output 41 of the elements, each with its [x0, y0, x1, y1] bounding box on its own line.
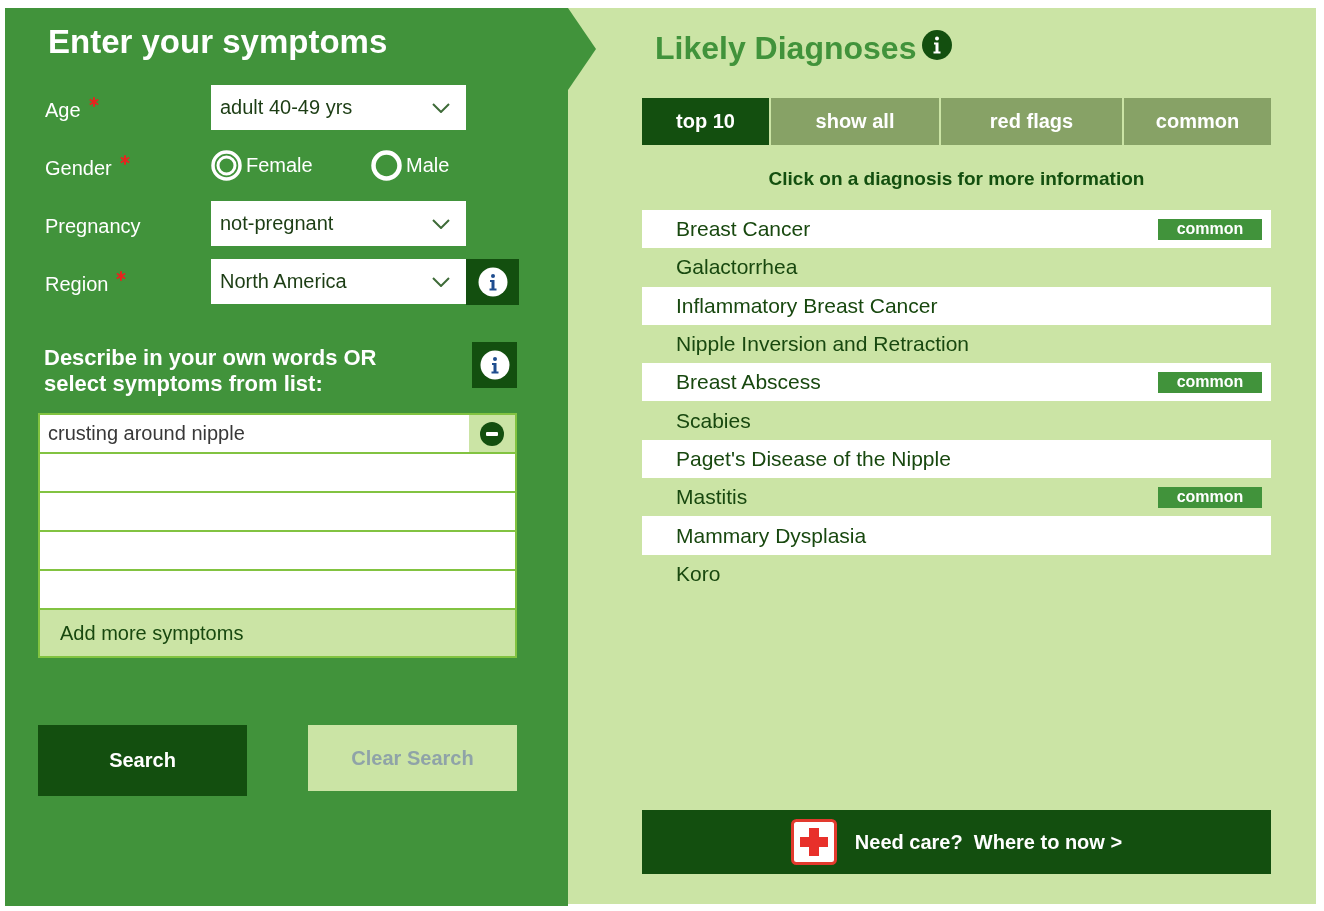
radio-option[interactable]: Female [211, 150, 371, 181]
diagnosis-item[interactable]: Breast Cancer common [642, 210, 1271, 249]
field-label: Region [45, 273, 109, 296]
first-aid-icon [790, 819, 837, 865]
chevron-down-icon [432, 276, 450, 287]
info-icon[interactable] [922, 30, 953, 60]
dropdown[interactable]: North America [211, 259, 466, 304]
field-label: Gender [45, 157, 112, 180]
diagnosis-item[interactable]: Inflammatory Breast Cancer [642, 286, 1271, 325]
field-label: Age [45, 99, 81, 122]
info-icon [479, 350, 510, 380]
hint-text: Click on a diagnosis for more information [767, 167, 1146, 191]
diagnosis-item[interactable]: Breast Abscess common [642, 363, 1271, 402]
diagnosis-item[interactable]: Scabies [642, 401, 1271, 440]
diagnosis-item[interactable]: Galactorrhea [642, 248, 1271, 287]
info-icon [477, 267, 508, 297]
diagnosis-item[interactable]: Mastitis common [642, 478, 1271, 517]
panel-title: Likely Diagnoses [655, 29, 917, 68]
minus-icon [480, 421, 504, 446]
radio-option[interactable]: Male [371, 150, 450, 181]
chevron-down-icon [432, 102, 450, 113]
diagnosis-item[interactable]: Mammary Dysplasia [642, 516, 1271, 555]
dropdown[interactable]: not-pregnant [211, 201, 466, 246]
panel-title: Enter your symptoms [48, 22, 388, 62]
section-heading: Describe in your own words OR select symptoms from list: [44, 345, 378, 397]
diagnosis-item[interactable]: Koro [642, 554, 1271, 593]
add-symptoms-button[interactable]: Add more symptoms [40, 610, 515, 656]
care-button[interactable]: Need care? Where to now > [642, 810, 1271, 874]
diagnosis-tag: common [1158, 218, 1262, 240]
diagnosis-tag: common [1158, 371, 1262, 393]
diagnosis-tag: common [1158, 486, 1262, 508]
dropdown[interactable]: adult 40-49 yrs [211, 85, 466, 130]
chevron-down-icon [432, 218, 450, 229]
diagnosis-item[interactable]: Paget's Disease of the Nipple [642, 439, 1271, 479]
info-button[interactable] [466, 259, 519, 305]
remove-button[interactable] [469, 415, 515, 452]
field-label: Pregnancy [45, 215, 141, 238]
info-button[interactable] [472, 342, 517, 388]
search-button[interactable]: Search [38, 725, 247, 796]
tab[interactable]: top 10 [642, 98, 769, 145]
diagnosis-item[interactable]: Nipple Inversion and Retraction [642, 324, 1271, 364]
